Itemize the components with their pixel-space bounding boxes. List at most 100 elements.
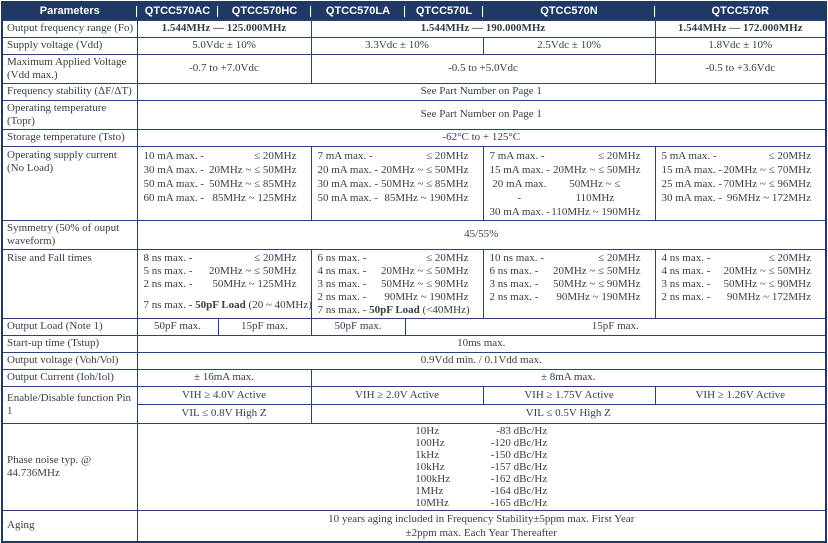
spec-line-left: 8 ns max. - [144,252,193,265]
cell-vih-r: VIH ≥ 1.26V Active [655,386,826,404]
cell-outputload-hc: 15pF max. [218,318,311,335]
spec-line: 2 ns max. -50MHz ~ 125MHz [140,278,309,291]
cell-risefall-ac-hc: 8 ns max. - ≤ 20MHz 5 ns max. - 20MHz ~ ≤ … [137,249,311,318]
spec-line-right: 20MHz ~ ≤ 50MHz [209,163,296,177]
row-output-current: Output Current (Ioh/Iol) ± 16mA max. ± 8… [2,369,826,386]
load-condition-line: 7 ns max. - 50pF Load (<40MHz) [314,304,481,317]
param-label-output-frequency-range: Output frequency range (Fo) [2,20,137,37]
spec-line: 4 ns max. - 20MHz ~ ≤ 50MHz [658,265,824,278]
spec-line-left: 10 mA max. - [144,149,205,163]
cell-risefall-r: 4 ns max. -≤ 20MHz 4 ns max. -20MHz ~ ≤ … [655,249,826,318]
spec-line-right: 20MHz ~ ≤ 50MHz [209,265,296,278]
spec-line-left: 7 mA max. - [490,149,545,163]
spec-line: 60 mA max. -85MHz ~ 125MHz [140,191,309,205]
spec-line: 2 ns max. -90MHz ~ 190MHz [314,291,481,304]
phase-noise-line: 10Hz-83 dBc/Hz [415,425,547,437]
spec-line-left: 3 ns max. - [490,278,539,291]
spec-line: 6 ns max. - 20MHz ~ ≤ 50MHz [486,265,653,278]
load-line-prefix: 7 ns max. - [318,304,370,316]
row-operating-supply-current: Operating supply current (No Load) 10 mA… [2,146,826,220]
spec-line-right: 85MHz ~ 190MHz [384,191,468,205]
aging-line-1: 10 years aging included in Frequency Sta… [140,512,824,526]
load-line-suffix: (20 ~ 40MHz) [246,299,311,311]
spec-line: 50 mA max. -50MHz ~ ≤ 85MHz [140,177,309,191]
row-max-applied-voltage: Maximum Applied Voltage (Vdd max.) -0.7 … [2,54,826,83]
row-frequency-stability: Frequency stability (ΔF/ΔT) See Part Num… [2,83,826,100]
spec-line: 10 mA max. -≤ 20MHz [140,149,309,163]
spec-line-right: ≤ 20MHz [426,252,468,265]
spec-line: 30 mA max. -50MHz ~ ≤ 85MHz [314,177,481,191]
spec-line-right: 50MHz ~ ≤ 90MHz [724,278,811,291]
param-label-operating-supply-current: Operating supply current (No Load) [2,146,137,220]
cell-vddmax-la-l-n: -0.5 to +5.0Vdc [311,54,655,83]
spec-line: 3 ns max. -50MHz ~ ≤ 90MHz [486,278,653,291]
spec-line: 3 ns max. - 50MHz ~ ≤ 90MHz [658,278,824,291]
phase-noise-frequency: 1MHz [415,485,473,497]
cell-current-r: 5 mA max. -≤ 20MHz 15 mA max. -20MHz ~ ≤… [655,146,826,220]
spec-line-left: 3 ns max. - [662,278,711,291]
phase-noise-line: 1MHz-164 dBc/Hz [415,485,547,497]
spec-line: 3 ns max. -50MHz ~ ≤ 90MHz [314,278,481,291]
table-header-row: Parameters QTCC570AC QTCC570HC QTCC570LA… [2,2,826,20]
spec-line-right: 20MHz ~ ≤ 50MHz [553,265,640,278]
spec-line-left: 4 ns max. - [662,265,711,278]
spec-line-left: 2 ns max. - [144,278,193,291]
spec-line-left: 2 ns max. - [490,291,539,304]
spec-line-left: 30 mA max. - [144,163,205,177]
spec-line-left: 20 mA max. - [318,163,379,177]
spec-line-left: 30 mA max. - [490,205,551,219]
cell-fo-r: 1.544MHz — 172.000MHz [655,20,826,37]
cell-vih-la-l: VIH ≥ 2.0V Active [311,386,483,404]
spec-line-left: 3 ns max. - [318,278,367,291]
spec-line-left: 6 ns max. - [318,252,367,265]
spec-line-right: ≤ 20MHz [426,149,468,163]
cell-risefall-la-l: 6 ns max. -≤ 20MHz 4 ns max. -20MHz ~ ≤ … [311,249,483,318]
spec-line-right: ≤ 20MHz [254,252,296,265]
phase-noise-line: 100Hz-120 dBc/Hz [415,437,547,449]
row-supply-voltage: Supply voltage (Vdd) 5.0Vdc ± 10% 3.3Vdc… [2,37,826,54]
phase-noise-frequency: 100kHz [415,473,473,485]
cell-vdd-la-l: 3.3Vdc ± 10% [311,37,483,54]
spec-line-right: ≤ 20MHz [769,149,811,163]
spec-line: 20 mA max. -50MHz ~ ≤ 110MHz [486,177,653,205]
spec-line-right: ≤ 20MHz [598,252,640,265]
phase-noise-value: -157 dBc/Hz [473,461,547,473]
spec-line: 5 ns max. - 20MHz ~ ≤ 50MHz [140,265,309,278]
phase-noise-line: 10kHz-157 dBc/Hz [415,461,547,473]
param-label-phase-noise: Phase noise typ. @ 44.736MHz [2,423,137,510]
spec-line-right: 50MHz ~ ≤ 110MHz [549,177,640,205]
phase-noise-line: 1kHz-150 dBc/Hz [415,449,547,461]
cell-current-ac-hc: 10 mA max. -≤ 20MHz 30 mA max. - 20MHz ~ … [137,146,311,220]
param-label-symmetry: Symmetry (50% of ouput waveform) [2,220,137,249]
spec-line-left: 20 mA max. - [490,177,550,205]
spec-line-right: 85MHz ~ 125MHz [212,191,296,205]
spec-line-left: 4 ns max. - [318,265,367,278]
spec-line: 6 ns max. - ≤ 20MHz [314,252,481,265]
column-header-qtcc570l: QTCC570L [405,2,483,20]
row-storage-temperature: Storage temperature (Tsto) -62°C to + 12… [2,129,826,146]
spec-line-left: 6 ns max. - [490,265,539,278]
spec-line-left: 30 mA max. - [318,177,379,191]
cell-symmetry-all: 45/55% [137,220,826,249]
param-label-operating-temperature: Operating temperature (Topr) [2,100,137,129]
row-output-voltage: Output voltage (Voh/Vol) 0.9Vdd min. / 0… [2,352,826,369]
spec-line-left: 4 ns max. - [662,252,711,265]
param-label-output-voltage: Output voltage (Voh/Vol) [2,352,137,369]
spec-line-left: 5 ns max. - [144,265,193,278]
cell-current-n: 7 mA max. -≤ 20MHz 15 mA max. -20MHz ~ ≤… [483,146,655,220]
row-aging: Aging 10 years aging included in Frequen… [2,510,826,542]
spec-line-right: 110MHz ~ 190MHz [551,205,640,219]
param-label-max-applied-voltage: Maximum Applied Voltage (Vdd max.) [2,54,137,83]
column-header-qtcc570la: QTCC570LA [311,2,405,20]
param-label-output-load: Output Load (Note 1) [2,318,137,335]
row-symmetry: Symmetry (50% of ouput waveform) 45/55% [2,220,826,249]
spec-line-left: 15 mA max. - [490,163,551,177]
cell-ioh-ac-hc: ± 16mA max. [137,369,311,386]
spec-line-left: 50 mA max. - [144,177,205,191]
column-header-qtcc570ac: QTCC570AC [137,2,218,20]
spec-line-right: 20MHz ~ ≤ 50MHz [724,265,811,278]
column-header-qtcc570r: QTCC570R [655,2,826,20]
cell-voh-vol-all: 0.9Vdd min. / 0.1Vdd max. [137,352,826,369]
load-line-suffix: (<40MHz) [420,304,470,316]
cell-vddmax-ac-hc: -0.7 to +7.0Vdc [137,54,311,83]
